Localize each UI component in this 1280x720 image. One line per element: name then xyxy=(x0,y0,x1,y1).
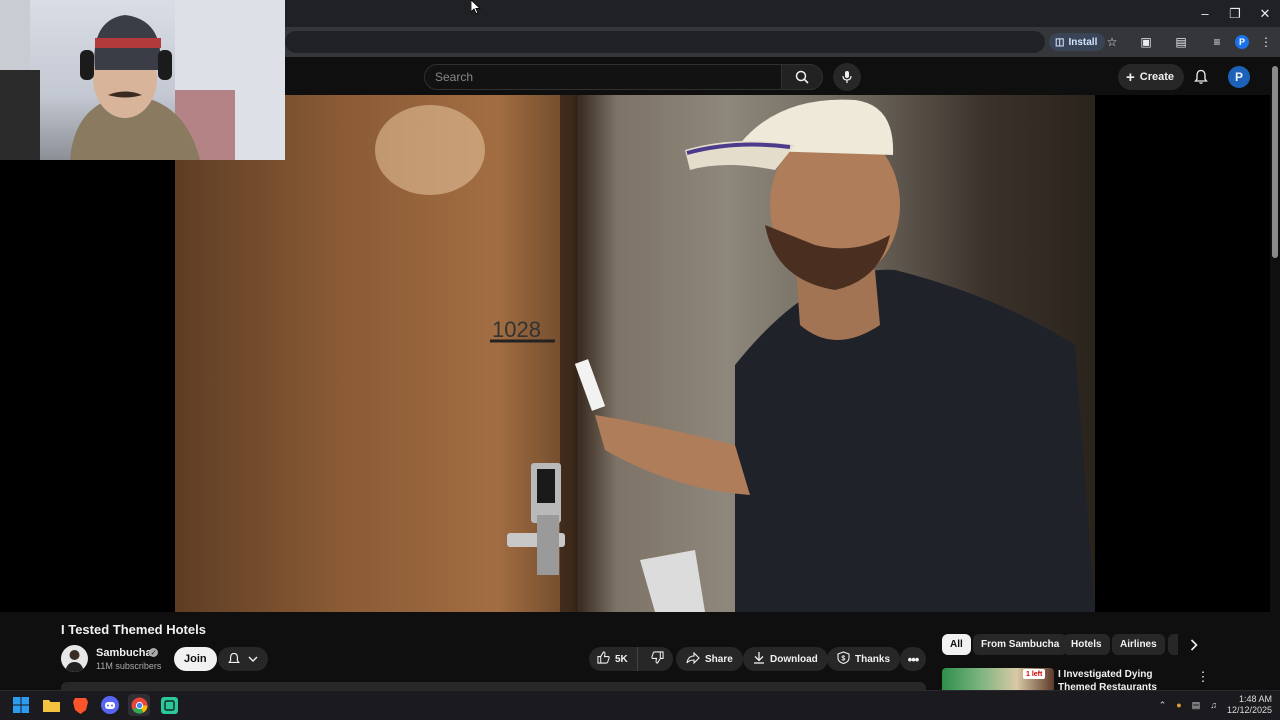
svg-text:$: $ xyxy=(841,656,845,663)
thanks-icon: $ xyxy=(837,651,850,667)
media-queue-icon[interactable]: ≡ xyxy=(1208,33,1226,51)
dislike-button[interactable] xyxy=(643,647,673,671)
description-box[interactable] xyxy=(61,682,926,690)
chip-from-sambucha[interactable]: From Sambucha xyxy=(973,634,1068,655)
video-title: I Tested Themed Hotels xyxy=(61,622,206,637)
browser-menu-icon[interactable]: ⋮ xyxy=(1257,33,1275,51)
join-button[interactable]: Join xyxy=(174,647,217,671)
voice-search-button[interactable] xyxy=(833,63,861,91)
install-app-button[interactable]: ◫ Install xyxy=(1049,33,1106,51)
webcam-scene xyxy=(0,0,285,160)
subscription-notifications-button[interactable] xyxy=(218,647,268,671)
bookmark-star-icon[interactable]: ☆ xyxy=(1103,33,1121,51)
address-bar[interactable] xyxy=(285,31,1045,53)
chip-partial[interactable] xyxy=(1168,634,1178,655)
chevron-right-icon[interactable] xyxy=(1183,634,1204,655)
search-button[interactable] xyxy=(781,64,823,90)
system-clock[interactable]: 1:48 AM 12/12/2025 xyxy=(1227,694,1272,716)
restore-button[interactable]: ❐ xyxy=(1220,0,1250,27)
file-explorer-icon[interactable] xyxy=(40,694,62,716)
channel-avatar[interactable] xyxy=(61,645,88,672)
search-input[interactable] xyxy=(435,70,771,84)
search-icon xyxy=(795,70,809,84)
chip-all[interactable]: All xyxy=(942,634,971,655)
more-horizontal-icon: ••• xyxy=(907,651,920,667)
recommendation-title[interactable]: I Investigated Dying Themed Restaurants xyxy=(1058,668,1188,690)
account-avatar[interactable]: P xyxy=(1228,66,1250,88)
clock-time: 1:48 AM xyxy=(1238,694,1272,704)
window-controls: – ❐ ✕ xyxy=(1190,0,1280,27)
video-frame[interactable]: 1028 xyxy=(175,95,1095,612)
verified-icon: ✓ xyxy=(149,648,158,657)
windows-taskbar xyxy=(0,690,1280,720)
clock-date: 12/12/2025 xyxy=(1226,705,1272,715)
channel-name[interactable]: Sambucha xyxy=(96,647,152,659)
scrollbar-thumb[interactable] xyxy=(1272,66,1278,258)
minimize-button[interactable]: – xyxy=(1190,0,1220,27)
subscriber-count: 11M subscribers xyxy=(96,661,162,671)
plus-icon: + xyxy=(1126,68,1135,86)
download-icon xyxy=(753,651,765,667)
network-icon[interactable]: ▤ xyxy=(1192,700,1201,711)
chip-airlines[interactable]: Airlines xyxy=(1112,634,1165,655)
green-app-icon[interactable] xyxy=(158,694,180,716)
bell-icon xyxy=(228,652,240,664)
thumbs-down-icon xyxy=(651,651,664,667)
create-button[interactable]: + Create xyxy=(1118,64,1185,90)
notifications-button[interactable] xyxy=(1190,66,1212,88)
share-icon xyxy=(686,651,700,667)
volume-icon[interactable]: ♫ xyxy=(1210,700,1217,710)
download-label: Download xyxy=(770,653,818,665)
install-icon: ◫ xyxy=(1055,36,1065,48)
video-scene: 1028 xyxy=(375,95,1095,612)
create-label: Create xyxy=(1139,71,1175,83)
thanks-button[interactable]: $ Thanks xyxy=(827,647,901,671)
recommendation-badge: 1 left xyxy=(1023,669,1046,679)
like-button[interactable]: 5K xyxy=(589,647,638,671)
share-label: Share xyxy=(705,653,733,665)
room-number: 1028 xyxy=(492,317,541,342)
more-actions-button[interactable]: ••• xyxy=(900,647,926,671)
microphone-icon[interactable]: ● xyxy=(1176,700,1181,710)
download-button[interactable]: Download xyxy=(743,647,828,671)
share-button[interactable]: Share xyxy=(676,647,743,671)
close-button[interactable]: ✕ xyxy=(1250,0,1280,27)
mouse-cursor-icon xyxy=(470,0,482,19)
chevron-up-icon[interactable]: ⌃ xyxy=(1159,700,1167,711)
webcam-overlay xyxy=(0,0,285,160)
thanks-label: Thanks xyxy=(855,653,891,665)
search-box[interactable] xyxy=(424,64,782,90)
browser-profile-avatar[interactable]: P xyxy=(1235,35,1249,49)
chevron-down-icon xyxy=(248,656,258,662)
like-count: 5K xyxy=(615,653,628,665)
bell-icon xyxy=(1194,69,1208,84)
brave-browser-icon[interactable] xyxy=(69,694,91,716)
microphone-icon xyxy=(842,71,852,83)
chrome-icon[interactable] xyxy=(128,694,150,716)
windows-start-icon[interactable] xyxy=(10,694,32,716)
system-tray: ⌃ ● ▤ ♫ 1:48 AM 12/12/2025 xyxy=(1159,690,1280,720)
discord-icon[interactable] xyxy=(99,694,121,716)
more-vertical-icon[interactable]: ⋮ xyxy=(1196,669,1210,685)
extensions-icon[interactable]: ▣ xyxy=(1137,33,1155,51)
thumbs-up-icon xyxy=(597,651,610,667)
cast-icon[interactable]: ▤ xyxy=(1172,33,1190,51)
like-dislike-group: 5K xyxy=(589,647,673,671)
chip-hotels[interactable]: Hotels xyxy=(1063,634,1110,655)
install-label: Install xyxy=(1068,36,1098,48)
